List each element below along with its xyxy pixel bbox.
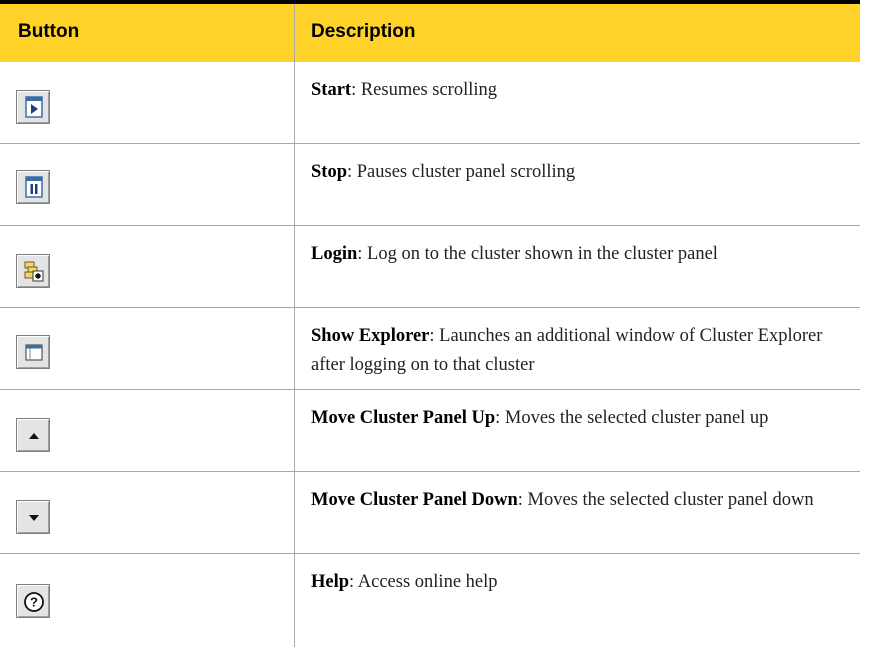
stop-button[interactable] (16, 170, 50, 204)
row-text: : Moves the selected cluster panel down (517, 490, 814, 510)
login-icon (24, 261, 44, 282)
row-text: : Access online help (349, 572, 498, 592)
row-description: Login: Log on to the cluster shown in th… (311, 240, 841, 269)
row-title: Move Cluster Panel Up (311, 408, 496, 428)
column-divider (294, 472, 295, 554)
table-row-move-up: Move Cluster Panel Up: Moves the selecte… (0, 390, 860, 472)
row-text: : Resumes scrolling (351, 80, 498, 100)
table-row-stop: Stop: Pauses cluster panel scrolling (0, 144, 860, 226)
row-description: Help: Access online help (311, 568, 841, 597)
column-divider (294, 226, 295, 308)
row-title: Help (311, 572, 350, 592)
row-title: Login (311, 244, 358, 264)
row-text: : Log on to the cluster shown in the clu… (357, 244, 718, 264)
table-header: Button Description (0, 4, 860, 62)
start-button[interactable] (16, 90, 50, 124)
table-row-login: Login: Log on to the cluster shown in th… (0, 226, 860, 308)
table-row-show-explorer: Show Explorer: Launches an additional wi… (0, 308, 860, 390)
table-row-move-down: Move Cluster Panel Down: Moves the selec… (0, 472, 860, 554)
row-title: Stop (311, 162, 347, 182)
table-row-start: Start: Resumes scrolling (0, 62, 860, 144)
column-divider (294, 308, 295, 390)
help-icon: ? (24, 592, 44, 612)
move-panel-down-button[interactable] (16, 500, 50, 534)
show-explorer-button[interactable] (16, 335, 50, 369)
column-divider (294, 62, 295, 144)
window-icon (25, 344, 43, 361)
help-button[interactable]: ? (16, 584, 50, 618)
row-text: : Pauses cluster panel scrolling (347, 162, 576, 182)
column-divider (294, 554, 295, 647)
row-description: Move Cluster Panel Down: Moves the selec… (311, 486, 841, 515)
row-title: Move Cluster Panel Down (311, 490, 518, 510)
pause-icon (25, 176, 43, 198)
arrow-down-icon (29, 515, 39, 521)
header-button: Button (18, 21, 80, 42)
column-divider (294, 390, 295, 472)
play-icon (25, 96, 43, 118)
header-description: Description (311, 21, 416, 42)
svg-text:?: ? (30, 595, 38, 610)
column-divider (294, 144, 295, 226)
row-description: Stop: Pauses cluster panel scrolling (311, 158, 841, 187)
arrow-up-icon (29, 433, 39, 439)
column-divider (294, 4, 295, 62)
move-panel-up-button[interactable] (16, 418, 50, 452)
table-row-help: ? Help: Access online help (0, 554, 860, 647)
login-button[interactable] (16, 254, 50, 288)
row-title: Show Explorer (311, 326, 430, 346)
row-description: Move Cluster Panel Up: Moves the selecte… (311, 404, 841, 433)
row-description: Show Explorer: Launches an additional wi… (311, 322, 841, 380)
row-text: : Moves the selected cluster panel up (495, 408, 769, 428)
row-description: Start: Resumes scrolling (311, 76, 841, 105)
row-title: Start (311, 80, 352, 100)
